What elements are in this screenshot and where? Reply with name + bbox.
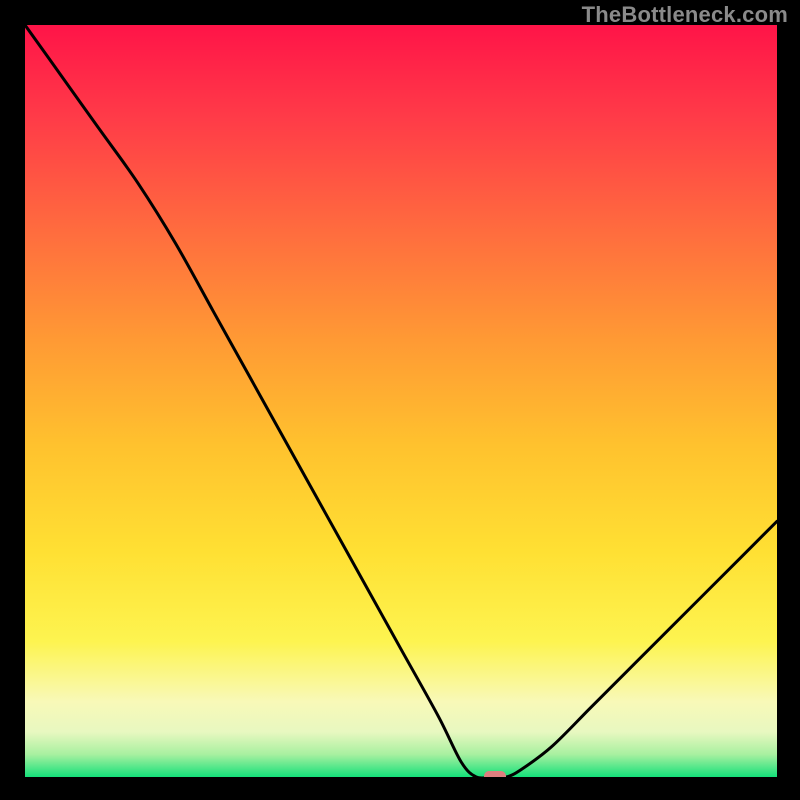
optimum-marker	[484, 771, 506, 777]
chart-svg	[25, 25, 777, 777]
chart-container: TheBottleneck.com	[0, 0, 800, 800]
watermark-label: TheBottleneck.com	[582, 2, 788, 28]
gradient-background	[25, 25, 777, 777]
plot-area	[25, 25, 777, 777]
